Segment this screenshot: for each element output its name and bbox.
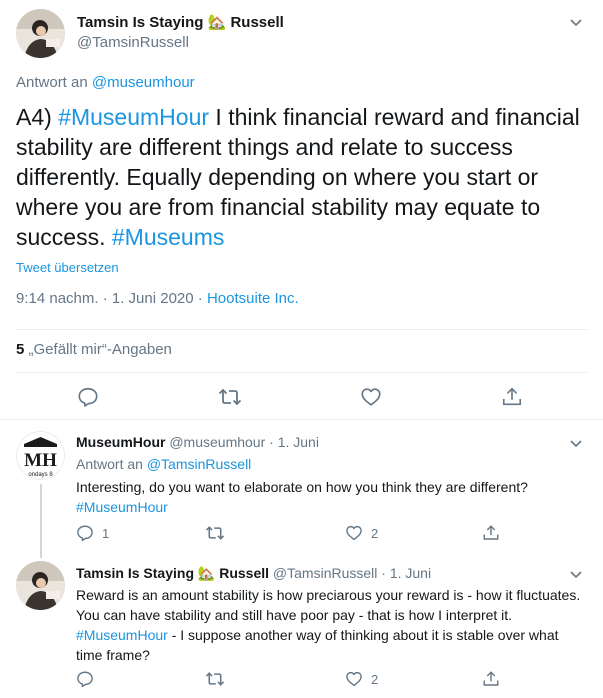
reply-icon [76, 524, 94, 542]
tweet-text-segment: Interesting, do you want to elaborate on… [76, 479, 528, 495]
author-handle[interactable]: @TamsinRussell [77, 34, 189, 51]
likes-count: 5 [16, 341, 25, 358]
share-icon [482, 670, 500, 688]
share-button[interactable] [482, 524, 500, 542]
like-icon [360, 386, 382, 408]
reply-icon [76, 670, 94, 688]
tweet-text-segment: Reward is an amount stability is how pre… [76, 587, 581, 623]
reply-context: Antwort an @TamsinRussell [76, 456, 251, 472]
hashtag-link[interactable]: #Museums [112, 224, 224, 250]
like-icon [345, 524, 363, 542]
share-button[interactable] [482, 670, 500, 688]
like-button[interactable]: 2 [345, 670, 378, 688]
hashtag-link[interactable]: #MuseumHour [58, 104, 209, 130]
divider [16, 329, 587, 330]
divider [16, 372, 587, 373]
share-icon [482, 524, 500, 542]
retweet-icon [205, 524, 225, 542]
reply-count: 1 [102, 525, 110, 541]
main-tweet: Tamsin Is Staying 🏡 Russell @TamsinRusse… [0, 0, 603, 420]
reply-tweet[interactable]: MH ondays 8 MuseumHour @museumhour · 1. … [0, 421, 603, 558]
museumhour-logo-text: MH [24, 450, 57, 471]
reply-button[interactable]: 1 [76, 524, 109, 542]
reply-prefix: Antwort an [76, 456, 143, 472]
reply-author-handle[interactable]: @TamsinRussell [273, 565, 377, 581]
chevron-down-icon[interactable] [569, 567, 583, 581]
reply-to-link[interactable]: @museumhour [92, 74, 195, 91]
reply-text: Interesting, do you want to elaborate on… [76, 477, 581, 517]
share-icon [501, 386, 523, 408]
reply-author-handle[interactable]: @museumhour [169, 434, 265, 450]
museumhour-avatar[interactable]: MH ondays 8 [16, 431, 65, 480]
retweet-icon [205, 670, 225, 688]
museumhour-logo-subtext: ondays 8 [28, 472, 53, 478]
tweet-text: A4) #MuseumHour I think financial reward… [16, 102, 591, 252]
source-link[interactable]: Hootsuite Inc. [207, 290, 299, 307]
house-emoji-icon: 🏡 [207, 14, 227, 31]
reply-date[interactable]: · 1. Juni [381, 565, 431, 581]
like-button[interactable]: 2 [345, 524, 378, 542]
reply-date[interactable]: · 1. Juni [269, 434, 319, 450]
reply-header: MuseumHour @museumhour · 1. Juni [76, 434, 319, 450]
timestamp[interactable]: 9:14 nachm. · 1. Juni 2020 · [16, 290, 203, 307]
likes-stat[interactable]: 5 „Gefällt mir“-Angaben [16, 341, 172, 358]
hashtag-link[interactable]: #MuseumHour [76, 627, 168, 643]
reply-author-name-part2: Russell [219, 565, 270, 581]
retweet-button[interactable] [218, 386, 242, 408]
reply-to-link[interactable]: @TamsinRussell [147, 456, 251, 472]
author-name-part2: Russell [230, 14, 284, 31]
reply-button[interactable] [76, 670, 102, 688]
reply-button[interactable] [77, 386, 99, 408]
tweet-text-segment: A4) [16, 104, 59, 130]
retweet-icon [218, 386, 242, 408]
author-avatar[interactable] [16, 561, 65, 610]
chevron-down-icon[interactable] [569, 15, 583, 29]
like-count: 2 [371, 525, 379, 541]
reply-prefix: Antwort an [16, 74, 88, 91]
reply-tweet[interactable]: Tamsin Is Staying 🏡 Russell @TamsinRusse… [0, 555, 603, 698]
reply-context: Antwort an @museumhour [16, 74, 195, 91]
reply-header: Tamsin Is Staying 🏡 Russell @TamsinRusse… [76, 565, 431, 582]
translate-link[interactable]: Tweet übersetzen [16, 260, 119, 275]
share-button[interactable] [501, 386, 523, 408]
thread-line [40, 484, 42, 558]
likes-label: „Gefällt mir“-Angaben [28, 341, 172, 358]
reply-author-name-part1: Tamsin Is Staying [76, 565, 194, 581]
tweet-meta: 9:14 nachm. · 1. Juni 2020 · Hootsuite I… [16, 290, 299, 307]
author-name[interactable]: Tamsin Is Staying 🏡 Russell [77, 13, 284, 31]
like-count: 2 [371, 671, 379, 687]
reply-icon [77, 386, 99, 408]
house-emoji-icon: 🏡 [197, 565, 216, 581]
reply-author-name[interactable]: MuseumHour [76, 434, 165, 450]
chevron-down-icon[interactable] [569, 436, 583, 450]
reply-text: Reward is an amount stability is how pre… [76, 585, 581, 665]
retweet-button[interactable] [205, 670, 233, 688]
author-avatar[interactable] [16, 9, 65, 58]
like-icon [345, 670, 363, 688]
reply-author-name[interactable]: Tamsin Is Staying 🏡 Russell [76, 565, 273, 581]
author-name-part1: Tamsin Is Staying [77, 14, 204, 31]
hashtag-link[interactable]: #MuseumHour [76, 499, 168, 515]
like-button[interactable] [360, 386, 382, 408]
retweet-button[interactable] [205, 524, 233, 542]
